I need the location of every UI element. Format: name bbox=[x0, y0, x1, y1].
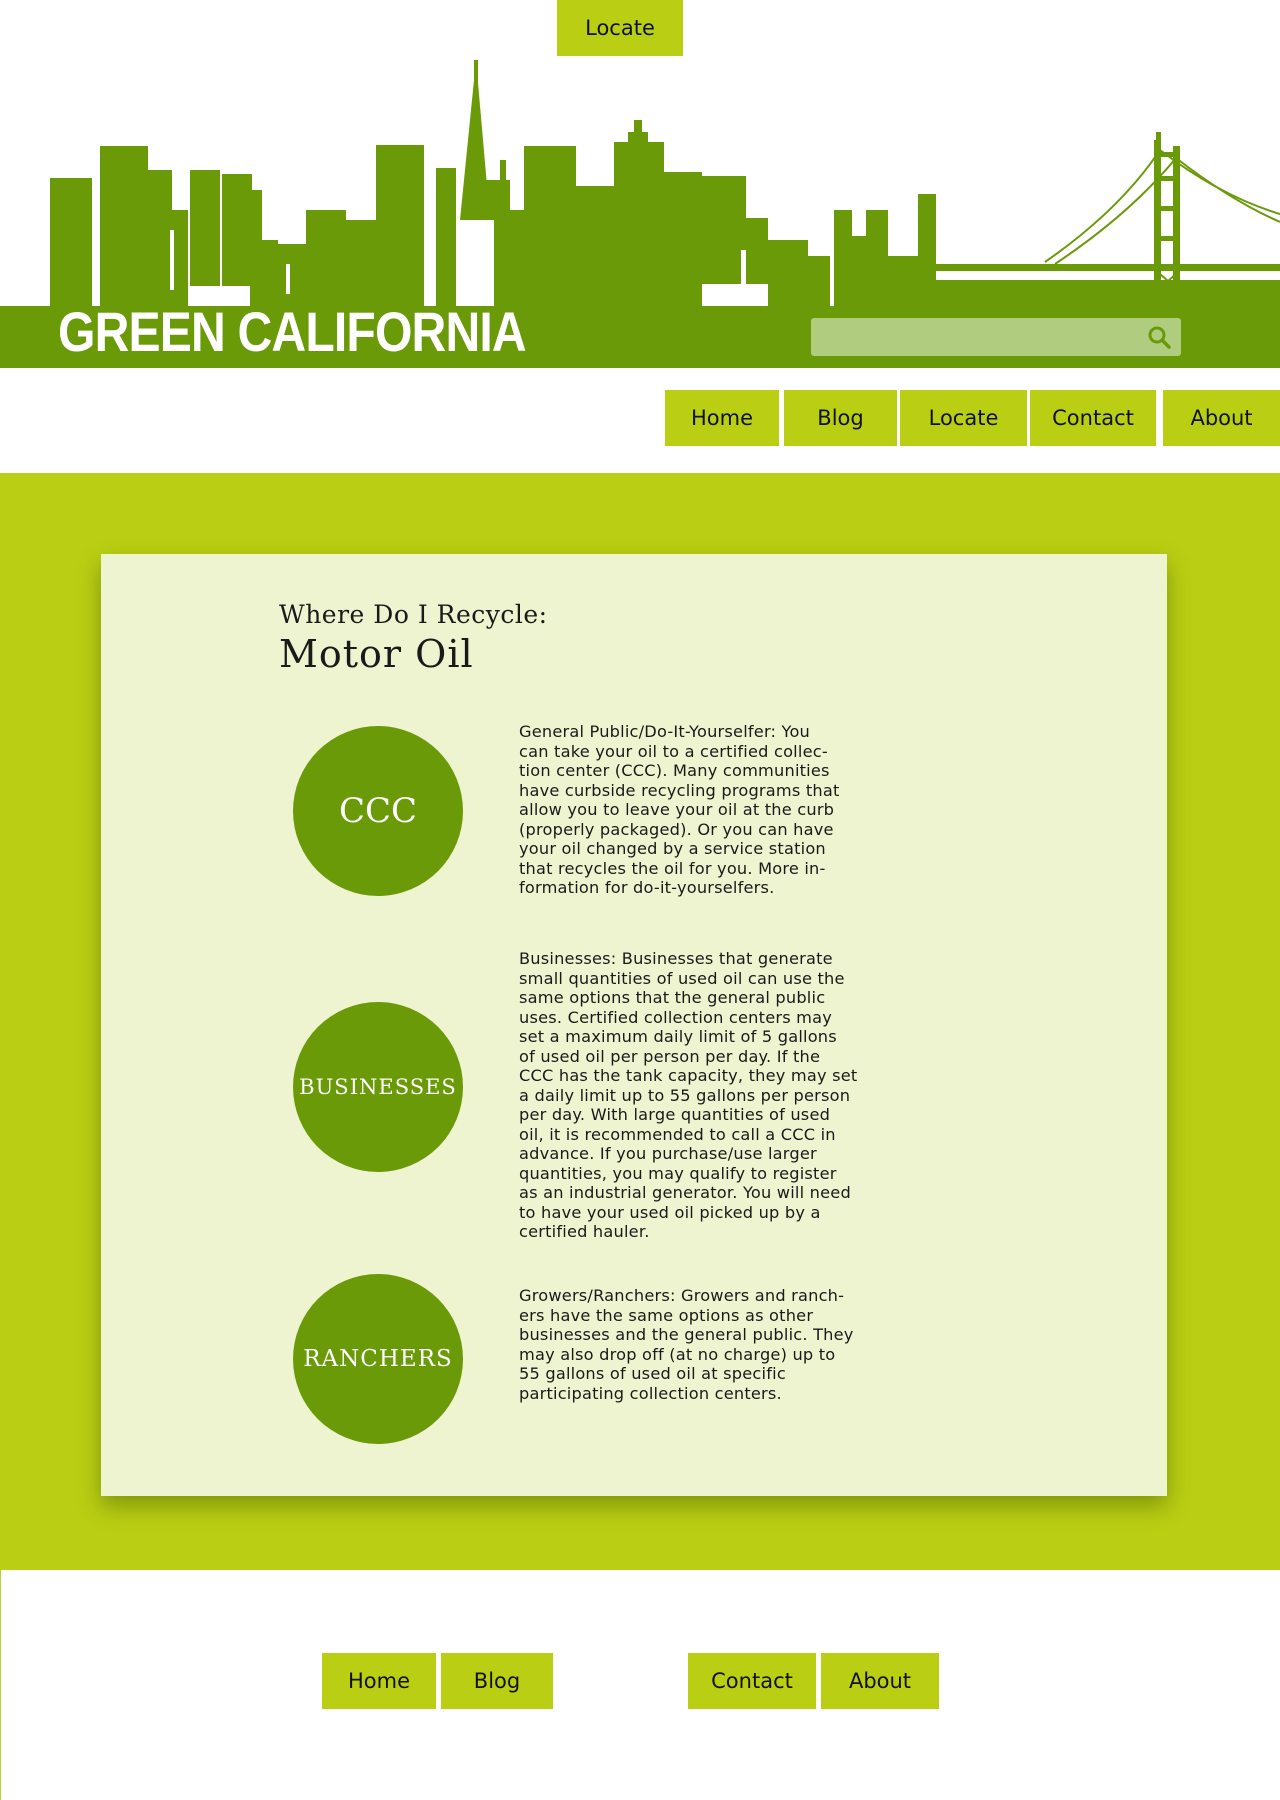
section-general-public-text: General Public/Do-It-Yourselfer: You can… bbox=[519, 722, 864, 898]
text-line: participating collection centers. bbox=[519, 1383, 782, 1403]
top-nav-contact[interactable]: Contact bbox=[1030, 390, 1156, 446]
footer-nav-home[interactable]: Home bbox=[322, 1653, 436, 1709]
text-line: quantities, you may qualify to register bbox=[519, 1163, 837, 1183]
search-box[interactable] bbox=[811, 318, 1181, 356]
text-line: set a maximum daily limit of 5 gallons bbox=[519, 1027, 837, 1046]
search-icon[interactable] bbox=[1147, 325, 1171, 349]
top-nav-blog[interactable]: Blog bbox=[784, 390, 897, 446]
divider bbox=[0, 1570, 1, 1800]
top-nav-about[interactable]: About bbox=[1163, 390, 1280, 446]
text-line: that recycles the oil for you. More in- bbox=[519, 858, 826, 878]
text-line: your oil changed by a service station bbox=[519, 839, 826, 858]
search-input[interactable] bbox=[811, 318, 1155, 356]
footer-nav-locate[interactable]: Locate bbox=[557, 0, 683, 56]
text-line: (properly packaged). Or you can have bbox=[519, 819, 834, 839]
text-line: tion center (CCC). Many communities bbox=[519, 761, 830, 780]
footer-nav-blog[interactable]: Blog bbox=[441, 1653, 553, 1709]
text-line: advance. If you purchase/use larger bbox=[519, 1144, 817, 1163]
text-line: have curbside recycling programs that bbox=[519, 780, 840, 800]
text-line: to have your used oil picked up by a bbox=[519, 1202, 821, 1222]
page-kicker: Where Do I Recycle: bbox=[279, 600, 548, 629]
text-line: formation for do-it-yourselfers. bbox=[519, 878, 775, 897]
text-line: businesses and the general public. They bbox=[519, 1325, 854, 1344]
text-line: ers have the same options as other bbox=[519, 1305, 814, 1325]
businesses-badge: BUSINESSES bbox=[293, 1002, 463, 1172]
text-line: certified hauler. bbox=[519, 1222, 650, 1241]
text-line: 55 gallons of used oil at specific bbox=[519, 1364, 786, 1383]
text-line: per day. With large quantities of used bbox=[519, 1105, 831, 1124]
footer-nav-about[interactable]: About bbox=[821, 1653, 939, 1709]
text-line: CCC has the tank capacity, they may set bbox=[519, 1066, 858, 1085]
content-card: Where Do I Recycle: Motor Oil CCC Genera… bbox=[101, 554, 1167, 1496]
text-line: allow you to leave your oil at the curb bbox=[519, 800, 835, 819]
text-line: small quantities of used oil can use the bbox=[519, 968, 845, 988]
ccc-badge: CCC bbox=[293, 726, 463, 896]
section-ranchers-text: Growers/Ranchers: Growers and ranch- ers… bbox=[519, 1286, 864, 1403]
section-businesses-text: Businesses: Businesses that generate sma… bbox=[519, 949, 864, 1242]
text-line: a daily limit up to 55 gallons per perso… bbox=[519, 1085, 851, 1105]
text-line: as an industrial generator. You will nee… bbox=[519, 1183, 851, 1202]
text-line: oil, it is recommended to call a CCC in bbox=[519, 1124, 836, 1144]
site-title: GREEN CALIFORNIA bbox=[58, 300, 527, 363]
ranchers-badge: RANCHERS bbox=[293, 1274, 463, 1444]
text-line: same options that the general public bbox=[519, 988, 826, 1007]
text-line: of used oil per person per day. If the bbox=[519, 1046, 821, 1066]
page-title: Motor Oil bbox=[279, 632, 474, 676]
text-line: uses. Certified collection centers may bbox=[519, 1007, 833, 1027]
text-line: General Public/Do-It-Yourselfer: You bbox=[519, 722, 811, 741]
footer-nav-contact[interactable]: Contact bbox=[688, 1653, 816, 1709]
top-nav-locate[interactable]: Locate bbox=[900, 390, 1027, 446]
top-nav-home[interactable]: Home bbox=[665, 390, 779, 446]
text-line: Businesses: Businesses that generate bbox=[519, 949, 833, 968]
text-line: Growers/Ranchers: Growers and ranch- bbox=[519, 1286, 845, 1305]
text-line: may also drop off (at no charge) up to bbox=[519, 1344, 836, 1364]
text-line: can take your oil to a certified collec- bbox=[519, 741, 828, 761]
